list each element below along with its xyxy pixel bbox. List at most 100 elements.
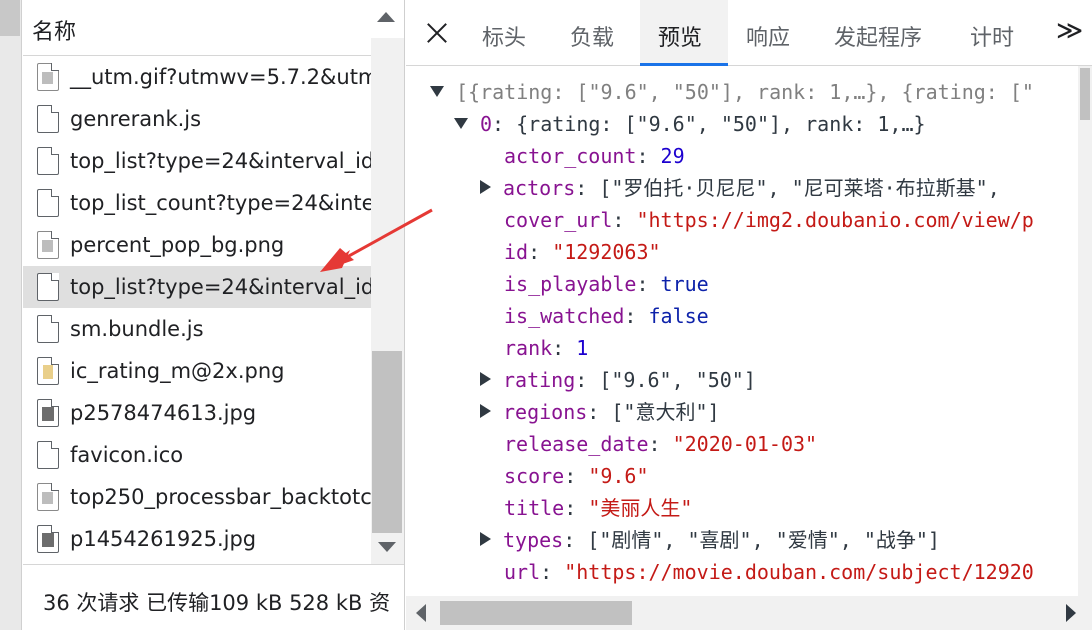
json-root-summary: [{rating: ["9.6", "50"], rank: 1,…}, {ra… (456, 80, 1034, 104)
list-scrollbar[interactable] (371, 38, 404, 564)
file-icon (37, 189, 59, 217)
request-name: p1454261925.jpg (70, 527, 257, 551)
expand-down-icon[interactable] (454, 118, 468, 129)
request-summary: 36 次请求 已传输109 kB 528 kB 资 (43, 591, 391, 615)
json-key: is_watched (504, 304, 625, 328)
json-property: release_date: "2020-01-03" (504, 432, 818, 456)
request-name: top250_processbar_backtotc (70, 485, 371, 509)
request-name: __utm.gif?utmwv=5.7.2&utm (70, 65, 371, 89)
json-value: "https://movie.douban.com/subject/12920 (564, 560, 1034, 584)
request-name: p2578474613.jpg (70, 401, 257, 425)
expand-right-icon[interactable] (480, 404, 491, 418)
json-value: ["罗伯托·贝尼尼", "尼可莱塔·布拉斯基", (599, 176, 1000, 200)
tab-payload[interactable]: 负载 (570, 0, 614, 66)
detail-tab-bar: 标头 负载 预览 响应 发起程序 计时 ≫ (406, 0, 1092, 66)
preview-vertical-scrollbar[interactable] (1078, 66, 1092, 596)
json-root-row[interactable]: [{rating: ["9.6", "50"], rank: 1,…}, {ra… (430, 76, 1034, 108)
json-item-row[interactable]: 0: {rating: ["9.6", "50"], rank: 1,…} (454, 108, 926, 140)
tab-preview[interactable]: 预览 (640, 0, 728, 66)
json-key: url (504, 560, 541, 584)
horizontal-scrollbar-thumb[interactable] (440, 601, 632, 625)
gutter-nub (0, 0, 20, 36)
json-value: "https://img2.doubanio.com/view/p (636, 208, 1034, 232)
request-name: percent_pop_bg.png (70, 233, 285, 257)
json-key: release_date (504, 432, 649, 456)
request-name: sm.bundle.js (70, 317, 204, 341)
json-value: 1 (576, 336, 589, 360)
list-item[interactable]: genrerank.js (23, 98, 371, 140)
json-key: is_playable (504, 272, 637, 296)
json-preview: [{rating: ["9.6", "50"], rank: 1,…}, {ra… (406, 66, 1078, 596)
preview-vertical-scrollbar-thumb[interactable] (1080, 68, 1090, 120)
close-icon[interactable] (426, 22, 448, 44)
request-name: favicon.ico (70, 443, 184, 467)
json-property: title: "美丽人生" (504, 496, 693, 520)
json-property[interactable]: regions: ["意大利"] (480, 396, 720, 428)
expand-right-icon[interactable] (480, 532, 491, 546)
request-name: top_list?type=24&interval_id (70, 149, 371, 173)
json-property[interactable]: types: ["剧情", "喜剧", "爱情", "战争"] (480, 524, 940, 556)
json-key: id (504, 240, 529, 264)
annotation-arrow-icon (320, 208, 433, 272)
expand-down-icon[interactable] (430, 86, 444, 97)
json-property: cover_url: "https://img2.doubanio.com/vi… (504, 208, 1034, 232)
file-icon (37, 273, 59, 301)
json-value: ["意大利"] (611, 400, 720, 424)
list-item[interactable]: __utm.gif?utmwv=5.7.2&utm (23, 56, 371, 98)
list-item[interactable]: p1454261925.jpg (23, 518, 371, 560)
scroll-left-arrow-icon[interactable] (416, 604, 426, 622)
left-gutter (0, 0, 22, 630)
json-property: id: "1292063" (504, 240, 661, 264)
scroll-up-arrow-icon[interactable] (377, 12, 395, 22)
tab-timing[interactable]: 计时 (970, 0, 1014, 66)
json-key: actors (503, 176, 576, 200)
file-icon (37, 105, 59, 133)
tab-initiator[interactable]: 发起程序 (834, 0, 922, 66)
json-value: ["9.6", "50"] (599, 368, 756, 392)
request-name: ic_rating_m@2x.png (70, 359, 285, 383)
json-value: false (648, 304, 709, 328)
expand-right-icon[interactable] (480, 180, 491, 194)
preview-horizontal-scrollbar[interactable] (406, 596, 1092, 630)
list-item[interactable]: top_list?type=24&interval_id (23, 140, 371, 182)
tab-headers[interactable]: 标头 (482, 0, 526, 66)
image-file-icon (37, 483, 59, 511)
json-property: is_watched: false (504, 304, 709, 328)
request-list: __utm.gif?utmwv=5.7.2&utm genrerank.js t… (23, 38, 371, 564)
json-property: rank: 1 (504, 336, 589, 360)
json-property[interactable]: rating: ["9.6", "50"] (480, 364, 756, 396)
file-icon (37, 441, 59, 469)
json-property[interactable]: actors: ["罗伯托·贝尼尼", "尼可莱塔·布拉斯基", (480, 172, 1000, 204)
json-key: score (504, 464, 565, 488)
more-tabs-icon[interactable]: ≫ (1056, 16, 1083, 46)
list-item[interactable]: favicon.ico (23, 434, 371, 476)
json-key: cover_url (504, 208, 613, 232)
image-file-icon (37, 63, 59, 91)
png-file-icon (37, 357, 59, 385)
json-key: actor_count (504, 144, 637, 168)
scroll-down-arrow-icon[interactable] (378, 542, 396, 552)
image-file-icon (37, 231, 59, 259)
json-value: "1292063" (552, 240, 661, 264)
list-item[interactable]: p2578474613.jpg (23, 392, 371, 434)
json-value: 29 (660, 144, 685, 168)
list-scrollbar-thumb[interactable] (372, 351, 402, 533)
jpg-file-icon (37, 525, 59, 553)
list-item[interactable]: sm.bundle.js (23, 308, 371, 350)
expand-right-icon[interactable] (480, 372, 491, 386)
json-key: rating (503, 368, 576, 392)
json-property: score: "9.6" (504, 464, 649, 488)
list-item[interactable]: top250_processbar_backtotc (23, 476, 371, 518)
preview-panel: 标头 负载 预览 响应 发起程序 计时 ≫ [{rating: ["9.6", … (406, 0, 1092, 630)
jpg-file-icon (37, 399, 59, 427)
list-item[interactable]: ic_rating_m@2x.png (23, 350, 371, 392)
json-item-summary: {rating: ["9.6", "50"], rank: 1,…} (516, 112, 926, 136)
json-value: "美丽人生" (588, 496, 693, 520)
json-key: regions (503, 400, 588, 424)
json-key: 0 (480, 112, 493, 136)
json-value: ["剧情", "喜剧", "爱情", "战争"] (587, 528, 940, 552)
scroll-right-arrow-icon[interactable] (1066, 604, 1076, 622)
json-key: title (504, 496, 565, 520)
json-value: true (660, 272, 709, 296)
tab-response[interactable]: 响应 (746, 0, 790, 66)
